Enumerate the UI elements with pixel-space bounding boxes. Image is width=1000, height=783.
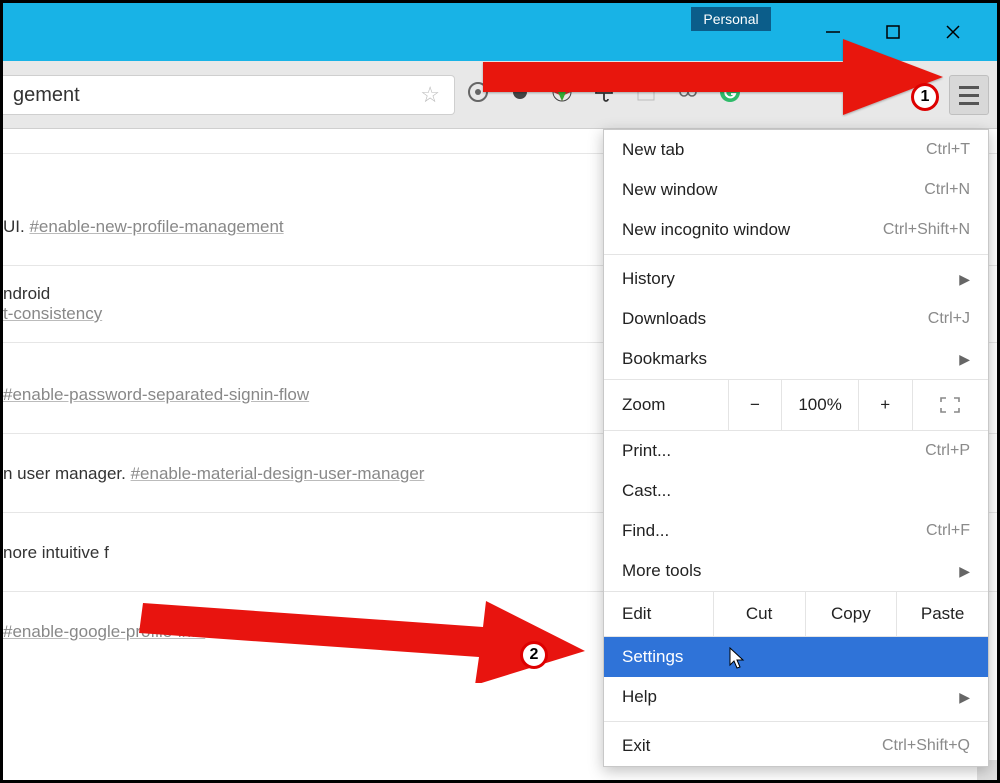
edit-cut-button[interactable]: Cut — [713, 592, 805, 636]
menu-bookmarks[interactable]: Bookmarks▶ — [604, 339, 988, 379]
menu-print[interactable]: Print...Ctrl+P — [604, 431, 988, 471]
titlebar: Personal — [3, 3, 997, 61]
fullscreen-button[interactable] — [912, 380, 988, 430]
extension-icons — [465, 79, 827, 105]
zoom-out-button[interactable]: − — [728, 380, 782, 430]
bookmark-star-icon[interactable]: ☆ — [414, 82, 446, 108]
flag-anchor[interactable]: #enable-google-profile-info — [3, 622, 205, 641]
menu-new-incognito[interactable]: New incognito windowCtrl+Shift+N — [604, 210, 988, 250]
window-close-button[interactable] — [923, 17, 983, 47]
flag-anchor[interactable]: #enable-password-separated-signin-flow — [3, 385, 309, 404]
zoom-percent: 100% — [781, 380, 857, 430]
chrome-menu-button[interactable] — [949, 75, 989, 115]
cursor-icon — [729, 647, 747, 671]
extension-pocket-icon[interactable] — [507, 79, 533, 105]
extension-goggles-icon[interactable] — [675, 79, 701, 105]
menu-settings[interactable]: Settings — [604, 637, 988, 677]
toolbar: ☆ — [3, 61, 997, 129]
menu-new-tab[interactable]: New tabCtrl+T — [604, 130, 988, 170]
edit-paste-button[interactable]: Paste — [896, 592, 988, 636]
annotation-badge-1: 1 — [911, 83, 939, 111]
flag-anchor[interactable]: t-consistency — [3, 304, 102, 323]
extension-onetab-icon[interactable] — [465, 79, 491, 105]
window-minimize-button[interactable] — [803, 17, 863, 47]
zoom-in-button[interactable]: + — [858, 380, 912, 430]
profile-tag[interactable]: Personal — [691, 7, 771, 31]
fullscreen-icon — [940, 397, 960, 413]
extension-hidden2-icon[interactable] — [801, 79, 827, 105]
menu-exit[interactable]: ExitCtrl+Shift+Q — [604, 726, 988, 766]
menu-history[interactable]: History▶ — [604, 259, 988, 299]
flag-anchor[interactable]: #enable-material-design-user-manager — [131, 464, 425, 483]
menu-find[interactable]: Find...Ctrl+F — [604, 511, 988, 551]
menu-new-window[interactable]: New windowCtrl+N — [604, 170, 988, 210]
extension-blank-icon[interactable] — [633, 79, 659, 105]
menu-cast[interactable]: Cast... — [604, 471, 988, 511]
menu-downloads[interactable]: DownloadsCtrl+J — [604, 299, 988, 339]
extension-aperture-icon[interactable] — [549, 79, 575, 105]
submenu-arrow-icon: ▶ — [959, 271, 970, 288]
flag-anchor[interactable]: #enable-new-profile-management — [29, 217, 283, 236]
zoom-label: Zoom — [604, 380, 728, 430]
menu-edit-row: Edit Cut Copy Paste — [604, 591, 988, 637]
browser-window: { "titlebar": { "profile_tag": "Personal… — [0, 0, 1000, 783]
omnibox[interactable]: ☆ — [3, 75, 455, 115]
submenu-arrow-icon: ▶ — [959, 351, 970, 368]
chrome-menu: New tabCtrl+T New windowCtrl+N New incog… — [603, 129, 989, 767]
edit-label: Edit — [604, 592, 713, 636]
window-maximize-button[interactable] — [863, 17, 923, 47]
edit-copy-button[interactable]: Copy — [805, 592, 897, 636]
annotation-badge-2: 2 — [520, 641, 548, 669]
extension-grammarly-icon[interactable] — [717, 79, 743, 105]
omnibox-input[interactable] — [13, 84, 414, 107]
menu-zoom-row: Zoom − 100% + — [604, 379, 988, 431]
menu-help[interactable]: Help▶ — [604, 677, 988, 717]
menu-more-tools[interactable]: More tools▶ — [604, 551, 988, 591]
submenu-arrow-icon: ▶ — [959, 689, 970, 706]
extension-umbrella-icon[interactable] — [591, 79, 617, 105]
submenu-arrow-icon: ▶ — [959, 563, 970, 580]
extension-hidden1-icon[interactable] — [759, 79, 785, 105]
